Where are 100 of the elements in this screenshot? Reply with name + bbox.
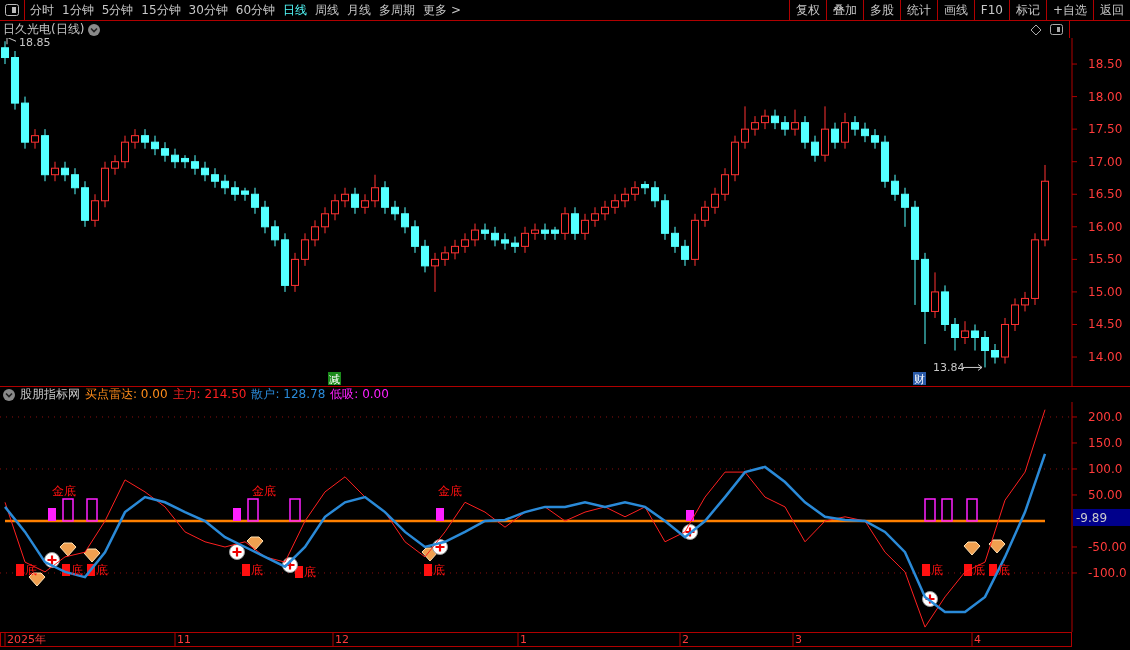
signal-marker: [989, 564, 997, 576]
signal-label: 底: [998, 563, 1010, 577]
toolbar-button[interactable]: 返回: [1093, 0, 1130, 20]
toolbar-button[interactable]: 多股: [862, 0, 900, 20]
period-tab[interactable]: 月线: [344, 1, 375, 19]
signal-label: 金底: [52, 484, 76, 498]
signal-label: 金底: [252, 484, 276, 498]
candlestick: [431, 252, 439, 293]
period-tab[interactable]: 多周期: [376, 1, 419, 19]
candlestick: [511, 236, 519, 254]
axis-label: -100.0: [1088, 566, 1127, 580]
candlestick: [671, 226, 679, 254]
signal-bar: [966, 498, 978, 522]
candlestick: [651, 180, 659, 208]
candlestick: [1011, 297, 1019, 332]
axis-label: 14.00: [1088, 350, 1123, 365]
toolbar-button[interactable]: 画线: [936, 0, 974, 20]
signal-marker: [16, 564, 24, 576]
signal-marker: [87, 564, 95, 576]
indicator-reading: 买点雷达: 0.00: [85, 386, 168, 403]
price-label: 13.84: [933, 361, 965, 375]
candlestick: [181, 154, 189, 169]
candlestick: [481, 223, 489, 241]
candlestick: [241, 187, 249, 202]
candlestick: [951, 317, 959, 352]
event-badge[interactable]: 财: [913, 372, 926, 386]
toolbar-button[interactable]: 统计: [899, 0, 937, 20]
candlestick: [891, 174, 899, 202]
signal-label: 底: [304, 565, 316, 579]
diamond-icon: [963, 541, 981, 556]
diamond-icon: [59, 542, 77, 557]
diamond-icon: [246, 536, 264, 551]
signal-bar: [289, 498, 301, 522]
candlestick: [421, 239, 429, 273]
toolbar-button[interactable]: 复权: [788, 0, 826, 20]
signal-marker: [922, 564, 930, 576]
period-tab[interactable]: 分时: [27, 1, 57, 19]
candlestick: [441, 245, 449, 267]
candlestick: [901, 187, 909, 228]
candlestick: [391, 200, 399, 221]
candlestick: [861, 122, 869, 143]
candlestick: [31, 128, 39, 150]
candlestick: [1, 40, 9, 65]
period-tab[interactable]: 15分钟: [138, 1, 184, 19]
period-tab[interactable]: 1分钟: [59, 1, 97, 19]
signal-marker: [242, 564, 250, 576]
plus-circle-icon: [229, 544, 245, 560]
candlestick: [401, 206, 409, 234]
date-label: 12: [335, 633, 349, 646]
candlestick: [91, 193, 99, 228]
candlestick: [361, 193, 369, 215]
chevron-down-icon[interactable]: [3, 388, 15, 401]
diamond-icon: [988, 539, 1006, 554]
chevron-down-icon[interactable]: [88, 23, 101, 36]
period-tab[interactable]: 周线: [312, 1, 343, 19]
candlestick: [451, 239, 459, 260]
event-badge[interactable]: 减: [328, 372, 341, 386]
date-label: 4: [974, 633, 981, 646]
signal-label: 底: [71, 563, 83, 577]
candlestick: [541, 223, 549, 241]
signal-bar: [233, 508, 241, 521]
period-tab[interactable]: 30分钟: [185, 1, 231, 19]
period-tab[interactable]: 5分钟: [98, 1, 137, 19]
candlestick: [191, 154, 199, 176]
candlestick: [201, 161, 209, 182]
period-tab[interactable]: 日线: [280, 1, 311, 19]
axis-label: 100.0: [1088, 462, 1123, 476]
chart-title: 日久光电(日线): [3, 21, 85, 38]
candlestick: [561, 206, 569, 241]
toolbar-button[interactable]: 标记: [1008, 0, 1046, 20]
signal-label: 底: [433, 563, 445, 577]
arrow-icon: [962, 363, 983, 371]
date-label: 3: [795, 633, 802, 646]
candlestick: [851, 115, 859, 137]
diamond-outline-icon[interactable]: [1030, 23, 1042, 36]
period-tab[interactable]: 更多 >: [420, 1, 464, 19]
indicator-name: 股朋指标网: [20, 386, 80, 403]
panel-icon[interactable]: [1050, 24, 1063, 35]
period-tab[interactable]: 60分钟: [232, 1, 279, 19]
signal-label: 底: [931, 563, 943, 577]
candlestick: [321, 206, 329, 234]
toolbar-button[interactable]: F10: [973, 0, 1009, 20]
candlestick: [721, 167, 729, 202]
signal-bar: [247, 498, 259, 522]
candlestick: [271, 219, 279, 247]
candlestick: [621, 187, 629, 208]
date-label: 11: [177, 633, 191, 646]
candlestick: [701, 200, 709, 228]
candlestick: [351, 187, 359, 215]
candlestick: [161, 141, 169, 163]
date-label: 1: [520, 633, 527, 646]
candlestick: [411, 219, 419, 254]
plus-circle-icon: [432, 539, 448, 555]
candlestick: [141, 128, 149, 150]
toolbar-button[interactable]: +自选: [1045, 0, 1093, 20]
candlestick: [641, 180, 649, 195]
candlestick: [981, 330, 989, 368]
candlestick: [121, 135, 129, 169]
candlestick: [601, 200, 609, 221]
toolbar-button[interactable]: 叠加: [825, 0, 863, 20]
